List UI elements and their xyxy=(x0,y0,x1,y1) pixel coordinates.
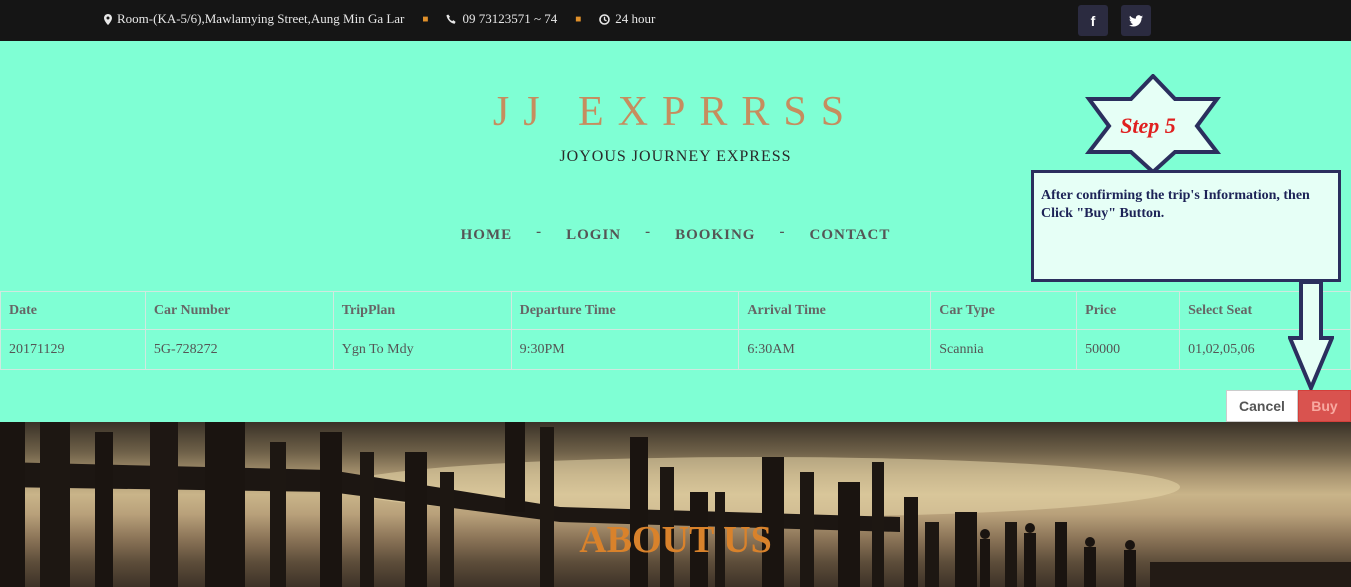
nav-booking[interactable]: BOOKING xyxy=(675,227,755,244)
trip-info-table: Date Car Number TripPlan Departure Time … xyxy=(0,291,1351,370)
phone-text: 09 73123571 ~ 74 xyxy=(462,11,558,26)
contact-info: Room-(KA-5/6),Mawlamying Street,Aung Min… xyxy=(104,11,655,27)
twitter-icon xyxy=(1129,14,1143,27)
column-header-price: Price xyxy=(1076,291,1181,330)
hours-text: 24 hour xyxy=(615,11,656,26)
buy-button[interactable]: Buy xyxy=(1298,390,1351,422)
step-label: Step 5 xyxy=(1120,113,1176,138)
twitter-button[interactable] xyxy=(1121,5,1151,36)
clock-icon xyxy=(599,13,611,25)
cell-car-type: Scannia xyxy=(930,329,1078,370)
cell-arrival-time: 6:30AM xyxy=(738,329,932,370)
nav-contact[interactable]: CONTACT xyxy=(809,227,890,244)
nav-separator: - xyxy=(536,224,543,240)
facebook-button[interactable]: f xyxy=(1078,5,1108,36)
down-arrow-icon xyxy=(1288,282,1334,390)
cell-car-number: 5G-728272 xyxy=(144,329,334,370)
cancel-button[interactable]: Cancel xyxy=(1226,390,1298,422)
column-header-departure-time: Departure Time xyxy=(510,291,740,330)
address-item: Room-(KA-5/6),Mawlamying Street,Aung Min… xyxy=(104,11,404,27)
phone-icon xyxy=(446,14,457,24)
table-header-row: Date Car Number TripPlan Departure Time … xyxy=(0,291,1351,330)
instruction-callout: After confirming the trip's Information,… xyxy=(1031,170,1341,282)
address-text: Room-(KA-5/6),Mawlamying Street,Aung Min… xyxy=(117,11,405,26)
separator-dot: ■ xyxy=(575,13,582,25)
cell-price: 50000 xyxy=(1076,329,1181,370)
column-header-date: Date xyxy=(0,291,146,330)
hours-item: 24 hour xyxy=(599,11,655,27)
about-us-heading: ABOUT US xyxy=(579,519,772,561)
about-section-photo xyxy=(0,422,1351,587)
phone-item: 09 73123571 ~ 74 xyxy=(446,11,557,27)
map-marker-icon xyxy=(104,13,112,25)
top-bar: Room-(KA-5/6),Mawlamying Street,Aung Min… xyxy=(0,0,1351,41)
column-header-trip-plan: TripPlan xyxy=(332,291,512,330)
bridge-silhouette-image xyxy=(0,422,1351,587)
cell-departure-time: 9:30PM xyxy=(510,329,740,370)
column-header-car-number: Car Number xyxy=(144,291,334,330)
instruction-text: After confirming the trip's Information,… xyxy=(1041,188,1310,221)
separator-dot: ■ xyxy=(422,13,429,25)
nav-home[interactable]: HOME xyxy=(461,227,513,244)
table-row: 20171129 5G-728272 Ygn To Mdy 9:30PM 6:3… xyxy=(0,329,1351,370)
nav-login[interactable]: LOGIN xyxy=(566,227,621,244)
nav-separator: - xyxy=(779,224,786,240)
nav-separator: - xyxy=(645,224,652,240)
column-header-arrival-time: Arrival Time xyxy=(738,291,932,330)
cell-trip-plan: Ygn To Mdy xyxy=(332,329,512,370)
column-header-car-type: Car Type xyxy=(930,291,1078,330)
facebook-icon: f xyxy=(1090,12,1096,29)
cell-date: 20171129 xyxy=(0,329,146,370)
